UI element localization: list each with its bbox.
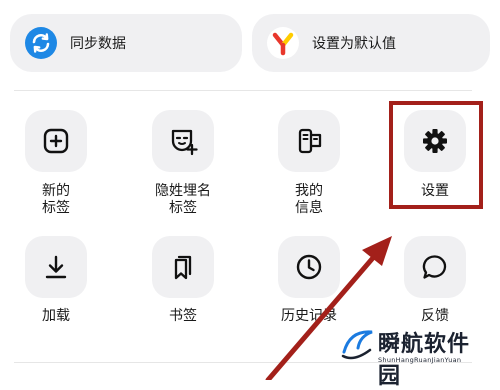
- watermark-subtext: ShunHangRuanJianYuan: [378, 356, 462, 364]
- watermark-logo-icon: [341, 330, 373, 360]
- watermark: 瞬航软件园 ShunHangRuanJianYuan: [340, 322, 490, 389]
